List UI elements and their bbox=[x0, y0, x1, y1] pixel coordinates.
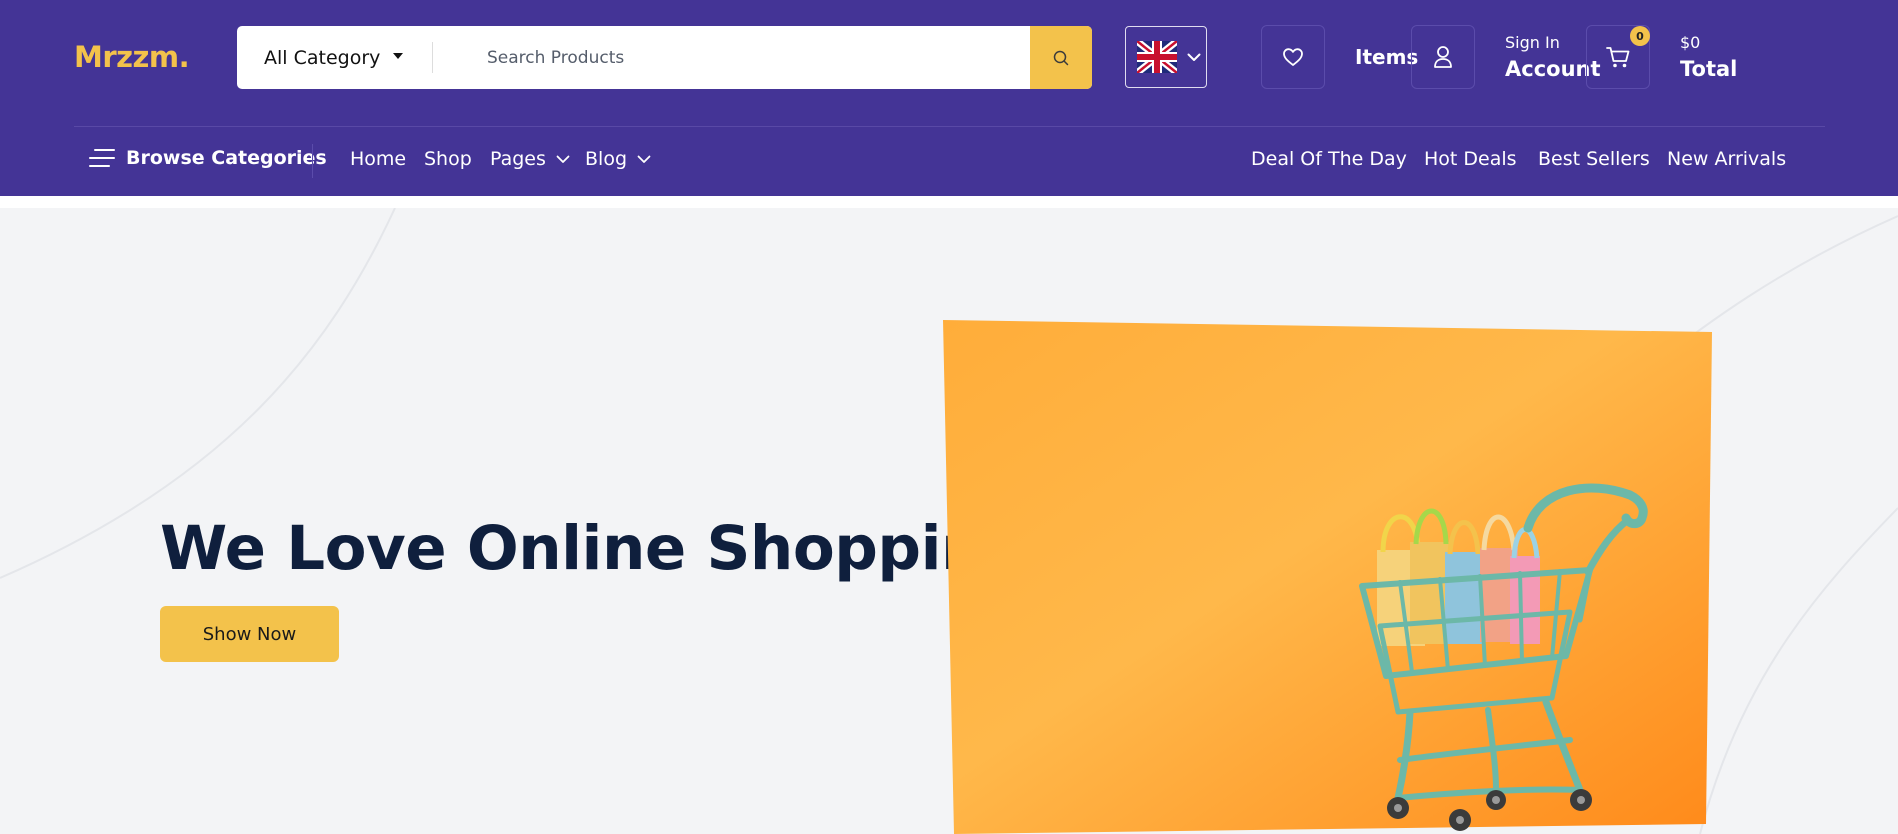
caret-down-icon bbox=[393, 53, 403, 59]
nav-link-home[interactable]: Home bbox=[350, 148, 406, 170]
search-bar: All Category bbox=[237, 26, 1092, 89]
cart-amount: $0 bbox=[1680, 33, 1701, 52]
header-top-row: Mrzzm. All Category Search Products Item… bbox=[0, 0, 1898, 126]
cart-icon bbox=[1606, 47, 1630, 68]
main-nav: Browse Categories Home Shop Pages Blog D… bbox=[0, 127, 1898, 196]
site-header: Mrzzm. All Category Search Products Item… bbox=[0, 0, 1898, 196]
nav-link-label: Deal Of The Day bbox=[1251, 148, 1407, 170]
search-button[interactable] bbox=[1030, 26, 1092, 89]
uk-flag-icon bbox=[1137, 41, 1177, 73]
nav-link-shop[interactable]: Shop bbox=[424, 148, 472, 170]
nav-link-label: Best Sellers bbox=[1538, 148, 1650, 170]
nav-link-label: New Arrivals bbox=[1667, 148, 1787, 170]
category-select[interactable]: All Category bbox=[237, 26, 432, 89]
nav-link-pages[interactable]: Pages bbox=[490, 148, 570, 170]
nav-link-label: Blog bbox=[585, 148, 627, 170]
chevron-down-icon bbox=[637, 155, 651, 163]
items-label[interactable]: Items bbox=[1355, 45, 1418, 69]
cart-count-badge: 0 bbox=[1630, 26, 1650, 46]
nav-link-best-sellers[interactable]: Best Sellers bbox=[1538, 148, 1650, 170]
chevron-down-icon bbox=[1187, 53, 1201, 61]
search-divider bbox=[432, 42, 433, 73]
shopping-cart-banner-image bbox=[943, 320, 1712, 834]
nav-link-blog[interactable]: Blog bbox=[585, 148, 651, 170]
hero-banner: We Love Online Shopping Show Now bbox=[0, 208, 1898, 834]
cart-total-label[interactable]: Total bbox=[1680, 57, 1737, 81]
nav-link-label: Pages bbox=[490, 148, 546, 170]
wishlist-button[interactable] bbox=[1261, 25, 1325, 89]
category-select-label: All Category bbox=[264, 46, 381, 69]
nav-link-deal-of-the-day[interactable]: Deal Of The Day bbox=[1251, 148, 1407, 170]
chevron-down-icon bbox=[556, 155, 570, 163]
show-now-button[interactable]: Show Now bbox=[160, 606, 339, 662]
account-button[interactable] bbox=[1411, 25, 1475, 89]
nav-link-label: Hot Deals bbox=[1424, 148, 1517, 170]
hero-title: We Love Online Shopping bbox=[160, 513, 1028, 584]
nav-link-label: Shop bbox=[424, 148, 472, 170]
language-selector[interactable] bbox=[1125, 26, 1207, 88]
site-logo[interactable]: Mrzzm. bbox=[74, 40, 190, 74]
nav-divider bbox=[312, 144, 313, 178]
browse-categories-label: Browse Categories bbox=[126, 147, 327, 169]
menu-icon bbox=[89, 149, 115, 167]
heart-icon bbox=[1283, 48, 1303, 66]
sign-in-link[interactable]: Sign In bbox=[1505, 33, 1560, 52]
browse-categories-button[interactable]: Browse Categories bbox=[89, 147, 327, 169]
search-input[interactable] bbox=[487, 26, 1007, 89]
user-icon bbox=[1434, 46, 1452, 68]
nav-link-hot-deals[interactable]: Hot Deals bbox=[1424, 148, 1517, 170]
nav-link-label: Home bbox=[350, 148, 407, 170]
nav-link-new-arrivals[interactable]: New Arrivals bbox=[1667, 148, 1786, 170]
search-icon bbox=[1053, 50, 1069, 65]
